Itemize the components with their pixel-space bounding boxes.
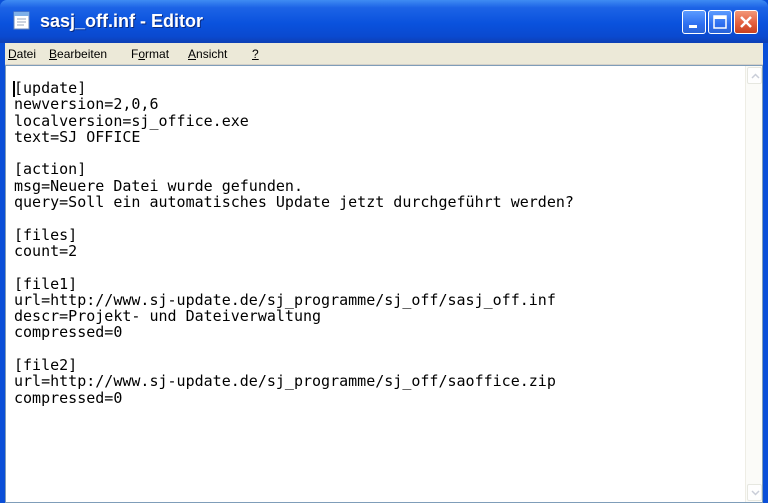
scroll-up-button[interactable]	[747, 67, 762, 84]
text-line[interactable]: compressed=0	[14, 324, 744, 341]
chevron-up-icon	[751, 73, 760, 79]
title-bar[interactable]: sasj_off.inf - Editor	[0, 0, 768, 43]
text-line[interactable]: [update]	[14, 80, 744, 97]
text-line[interactable]	[14, 259, 744, 275]
text-line[interactable]	[14, 145, 744, 161]
menu-bar: Datei Bearbeiten Format Ansicht ?	[5, 43, 763, 65]
text-editor[interactable]: [update] newversion=2,0,6 localversion=sj_…	[5, 65, 763, 503]
text-line[interactable]: [file2]	[14, 357, 744, 374]
menu-help[interactable]: ?	[252, 46, 259, 62]
close-icon	[740, 16, 752, 28]
minimize-button[interactable]	[682, 10, 706, 34]
text-line[interactable]: localversion=sj_office.exe	[14, 112, 744, 129]
scroll-down-button[interactable]	[747, 484, 762, 501]
text-line[interactable]: descr=Projekt- und Dateiverwaltung	[14, 308, 744, 325]
window-title: sasj_off.inf - Editor	[40, 11, 204, 31]
text-line[interactable]: newversion=2,0,6	[14, 96, 744, 113]
notepad-icon[interactable]	[12, 11, 32, 30]
vertical-scrollbar[interactable]	[745, 66, 762, 502]
menu-datei[interactable]: Datei	[8, 46, 36, 62]
text-line[interactable]: url=http://www.sj-update.de/sj_programme…	[14, 292, 744, 309]
text-line[interactable]: text=SJ OFFICE	[14, 129, 744, 146]
text-line[interactable]: [action]	[14, 161, 744, 178]
notepad-window: sasj_off.inf - Editor Datei Bearbeiten F…	[0, 0, 768, 503]
text-line[interactable]: msg=Neuere Datei wurde gefunden.	[14, 177, 744, 194]
text-line[interactable]: count=2	[14, 243, 744, 260]
maximize-icon	[713, 15, 727, 29]
text-line[interactable]: [files]	[14, 226, 744, 243]
text-line[interactable]: compressed=0	[14, 389, 744, 406]
text-line[interactable]: url=http://www.sj-update.de/sj_programme…	[14, 373, 744, 390]
text-cursor	[13, 81, 15, 97]
minimize-icon	[689, 25, 697, 28]
text-line[interactable]: query=Soll ein automatisches Update jetz…	[14, 194, 744, 211]
maximize-button[interactable]	[708, 10, 732, 34]
menu-ansicht[interactable]: Ansicht	[188, 46, 227, 62]
text-line[interactable]	[14, 341, 744, 357]
chevron-down-icon	[751, 490, 760, 496]
text-line[interactable]: [file1]	[14, 275, 744, 292]
menu-format[interactable]: Format	[131, 46, 169, 62]
text-line[interactable]	[14, 210, 744, 226]
menu-bearbeiten[interactable]: Bearbeiten	[49, 46, 107, 62]
close-button[interactable]	[734, 10, 758, 34]
editor-content[interactable]: [update] newversion=2,0,6 localversion=sj_…	[14, 80, 744, 406]
